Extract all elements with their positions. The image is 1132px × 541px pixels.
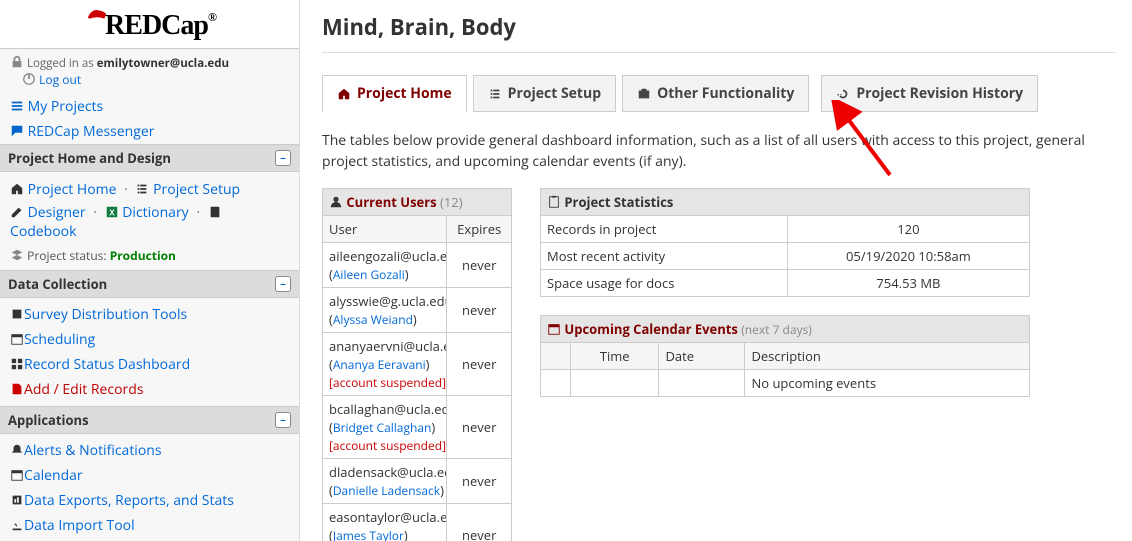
user-icon bbox=[329, 195, 343, 209]
current-users-table: Current Users (12) UserExpires aileengoz… bbox=[322, 188, 512, 541]
table-row: aileengozali@ucla.edu(Aileen Gozali)neve… bbox=[323, 243, 512, 288]
logout-circle-icon bbox=[22, 72, 36, 86]
collapse-design-icon[interactable]: − bbox=[275, 150, 291, 166]
export-icon bbox=[10, 493, 24, 507]
user-link[interactable]: Danielle Ladensack bbox=[333, 482, 440, 499]
collapse-data-icon[interactable]: − bbox=[275, 276, 291, 292]
dashboard-icon bbox=[10, 357, 24, 371]
nav-record-dashboard[interactable]: Record Status Dashboard bbox=[24, 355, 190, 374]
checklist-icon bbox=[135, 182, 149, 196]
sidebar: REDCap® Logged in as emilytowner@ucla.ed… bbox=[0, 0, 300, 541]
page-title: Mind, Brain, Body bbox=[322, 12, 1116, 53]
logo-hat-icon bbox=[86, 6, 108, 26]
chat-icon bbox=[10, 124, 24, 138]
bell-icon bbox=[10, 443, 24, 457]
section-apps-header: Applications − bbox=[0, 406, 299, 434]
nav-alerts[interactable]: Alerts & Notifications bbox=[24, 441, 162, 460]
tab-other-functionality[interactable]: Other Functionality bbox=[622, 75, 809, 112]
login-status: Logged in as emilytowner@ucla.edu bbox=[0, 48, 299, 71]
tab-revision-history[interactable]: Project Revision History bbox=[821, 75, 1038, 112]
projects-icon bbox=[10, 99, 24, 113]
table-row: ananyaervni@ucla.edu(Ananya Eeravani)[ac… bbox=[323, 333, 512, 396]
table-row: bcallaghan@ucla.edu(Bridget Callaghan)[a… bbox=[323, 396, 512, 459]
collapse-apps-icon[interactable]: − bbox=[275, 412, 291, 428]
project-stats-table: Project Statistics Records in project120… bbox=[540, 188, 1030, 297]
link-designer[interactable]: Designer bbox=[28, 203, 86, 222]
nav-scheduling[interactable]: Scheduling bbox=[24, 330, 95, 349]
nav-messenger[interactable]: REDCap Messenger bbox=[28, 122, 155, 141]
nav-exports[interactable]: Data Exports, Reports, and Stats bbox=[24, 491, 234, 510]
nav-survey-tools[interactable]: Survey Distribution Tools bbox=[24, 305, 187, 324]
user-link[interactable]: Ananya Eeravani bbox=[333, 356, 426, 373]
nav-add-edit-records[interactable]: Add / Edit Records bbox=[24, 380, 144, 399]
lock-icon bbox=[10, 55, 24, 69]
project-status-value: Production bbox=[110, 247, 176, 264]
history-icon bbox=[836, 87, 850, 101]
survey-icon bbox=[10, 307, 24, 321]
nav-calendar[interactable]: Calendar bbox=[24, 466, 83, 485]
table-row: Space usage for docs754.53 MB bbox=[541, 270, 1030, 297]
table-row: Most recent activity05/19/2020 10:58am bbox=[541, 243, 1030, 270]
calendar2-icon bbox=[10, 468, 24, 482]
table-row: Records in project120 bbox=[541, 216, 1030, 243]
nav-my-projects[interactable]: My Projects bbox=[28, 97, 104, 116]
table-row: alysswie@g.ucla.edu(Alyssa Weiand)never bbox=[323, 288, 512, 333]
home-icon bbox=[337, 87, 351, 101]
calendar-icon bbox=[547, 322, 561, 336]
home-icon bbox=[10, 182, 24, 196]
user-link[interactable]: Bridget Callaghan bbox=[333, 419, 432, 436]
book-icon bbox=[208, 205, 222, 219]
file-add-icon bbox=[10, 382, 24, 396]
link-project-setup[interactable]: Project Setup bbox=[153, 180, 240, 199]
nav-import[interactable]: Data Import Tool bbox=[24, 516, 135, 535]
checklist-icon bbox=[488, 87, 502, 101]
import-icon bbox=[10, 518, 24, 532]
link-codebook[interactable]: Codebook bbox=[10, 222, 76, 241]
link-dictionary[interactable]: Dictionary bbox=[122, 203, 188, 222]
intro-text: The tables below provide general dashboa… bbox=[322, 130, 1116, 172]
logout-link[interactable]: Log out bbox=[39, 71, 81, 88]
section-data-header: Data Collection − bbox=[0, 270, 299, 298]
svg-text:X: X bbox=[109, 209, 115, 218]
logo: REDCap® bbox=[0, 0, 299, 48]
main-content: Mind, Brain, Body Project Home Project S… bbox=[300, 0, 1132, 541]
excel-icon: X bbox=[105, 205, 119, 219]
logo-text: REDCap® bbox=[105, 10, 216, 41]
user-link[interactable]: James Taylor bbox=[333, 527, 404, 541]
tab-project-home[interactable]: Project Home bbox=[322, 75, 467, 112]
tab-project-setup[interactable]: Project Setup bbox=[473, 75, 616, 112]
clipboard-icon bbox=[547, 195, 561, 209]
section-design-header: Project Home and Design − bbox=[0, 144, 299, 172]
calendar-icon bbox=[10, 332, 24, 346]
user-link[interactable]: Aileen Gozali bbox=[333, 266, 405, 283]
link-project-home[interactable]: Project Home bbox=[28, 180, 117, 199]
table-row: No upcoming events bbox=[541, 370, 1030, 397]
user-link[interactable]: Alyssa Weiand bbox=[333, 311, 413, 328]
table-row: easontaylor@ucla.edu(James Taylor)[accou… bbox=[323, 504, 512, 541]
edit-icon bbox=[10, 205, 24, 219]
stack-icon bbox=[10, 248, 24, 262]
table-row: dladensack@ucla.edu(Danielle Ladensack)n… bbox=[323, 459, 512, 504]
tabs: Project Home Project Setup Other Functio… bbox=[322, 75, 1116, 112]
calendar-table: Upcoming Calendar Events (next 7 days) T… bbox=[540, 315, 1030, 397]
briefcase-icon bbox=[637, 87, 651, 101]
